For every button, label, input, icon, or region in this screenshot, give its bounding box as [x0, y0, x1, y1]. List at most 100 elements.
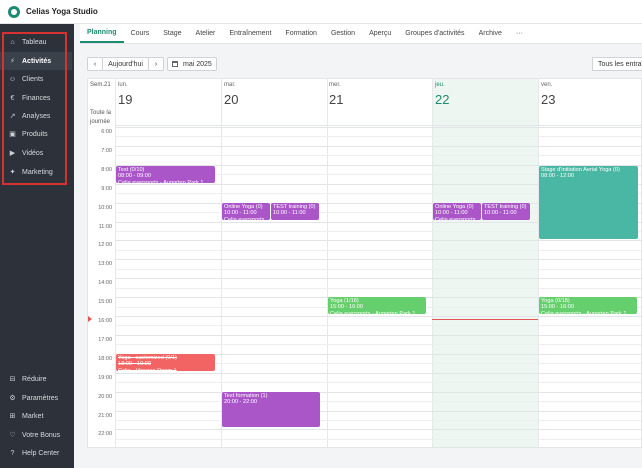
- half-hour-line: [115, 268, 641, 270]
- day-name: ven.: [541, 82, 553, 88]
- calendar-event[interactable]: Test formation (1) 20:00 - 22:00: [222, 392, 320, 427]
- tab-groupes[interactable]: Groupes d'activités: [398, 24, 471, 43]
- hour-label: 17:00: [98, 336, 112, 343]
- event-line: 10:00 - 11:00: [484, 210, 517, 217]
- tab-apercu[interactable]: Aperçu: [362, 24, 398, 43]
- month-label: mai 2025: [183, 60, 212, 68]
- hour-label: 8:00: [101, 166, 112, 173]
- half-hour-line: [115, 287, 641, 289]
- day-column-thu[interactable]: [432, 79, 538, 447]
- sidebar-item-label: Paramètres: [22, 394, 59, 402]
- tab-more-icon[interactable]: ···: [509, 24, 530, 43]
- event-line: Celia eversports - Augarten Park 1: [330, 310, 416, 314]
- next-week-button[interactable]: ›: [148, 57, 164, 71]
- hour-line: [115, 391, 641, 393]
- day-number-today: 22: [435, 92, 450, 107]
- sidebar-item-label: Réduire: [22, 375, 47, 383]
- studio-logo-icon[interactable]: [8, 5, 20, 18]
- current-time-marker-icon: [88, 316, 92, 322]
- hour-line: [115, 259, 641, 261]
- sidebar-item-bonus[interactable]: ♡ Votre Bonus: [0, 426, 72, 444]
- calendar-event[interactable]: Yoga - customized (0/1) 18:00 - 19:00 Celi…: [116, 354, 215, 371]
- half-hour-line: [115, 136, 641, 138]
- hour-label: 16:00: [98, 318, 112, 324]
- tab-stage[interactable]: Stage: [156, 24, 188, 43]
- top-bar: Celias Yoga Studio: [0, 0, 642, 24]
- event-line: Celia eversports: [224, 216, 265, 220]
- hour-label: 14:00: [98, 280, 112, 287]
- calendar-toolbar: ‹ Aujourd'hui › mai 2025 Tous les entraî…: [80, 52, 642, 74]
- day-name: mer.: [329, 82, 341, 88]
- tab-planning[interactable]: Planning: [80, 24, 124, 43]
- half-hour-line: [115, 325, 641, 327]
- sidebar-item-reduire[interactable]: ⊟ Réduire: [0, 370, 72, 388]
- calendar-event[interactable]: Yoga (0/18) 15:00 - 16:00 Celia eversports…: [539, 297, 637, 314]
- calendar-event[interactable]: Test (0/10) 08:00 - 09:00 Celia eversports…: [116, 166, 215, 183]
- heart-icon: ♡: [9, 432, 16, 439]
- hour-label: 7:00: [101, 147, 112, 154]
- tab-atelier[interactable]: Atelier: [189, 24, 223, 43]
- calendar-event[interactable]: Stage d'initiation Aerial Yoga (0) 08:00 …: [539, 166, 638, 239]
- half-hour-line: [115, 249, 641, 251]
- half-hour-line: [115, 344, 641, 346]
- calendar-event[interactable]: Yoga (1/18) 15:00 - 16:00 Celia eversports…: [328, 297, 426, 314]
- event-line: Celia eversports: [435, 216, 476, 220]
- gear-icon: ⚙: [9, 395, 16, 402]
- sidebar: ⌂ Tableau ⚡ Activités ☺ Clients € Financ…: [0, 24, 74, 468]
- day-column-mon[interactable]: [115, 79, 221, 447]
- calendar-event[interactable]: Online Yoga (0) 10:00 - 11:00 Celia eversp…: [222, 203, 270, 220]
- day-number: 21: [329, 92, 344, 107]
- hour-label: 13:00: [98, 261, 112, 268]
- sidebar-item-parametres[interactable]: ⚙ Paramètres: [0, 389, 72, 407]
- tab-entrainement[interactable]: Entraînement: [222, 24, 278, 43]
- sidebar-item-label: Market: [22, 412, 44, 420]
- half-hour-line: [115, 382, 641, 384]
- activity-filter-select[interactable]: Tous les entraîn: [592, 57, 642, 71]
- hour-label: 18:00: [98, 355, 112, 362]
- hour-label: 6:00: [101, 129, 112, 135]
- hour-label: 9:00: [101, 185, 112, 192]
- tab-gestion[interactable]: Gestion: [324, 24, 362, 43]
- sidebar-item-market[interactable]: ⊞ Market: [0, 407, 72, 425]
- half-hour-line: [115, 401, 641, 403]
- sidebar-item-help[interactable]: ? Help Center: [0, 444, 72, 462]
- current-time-line: [432, 319, 538, 320]
- day-column-wed[interactable]: [327, 79, 432, 447]
- half-hour-line: [115, 419, 641, 421]
- tab-archive[interactable]: Archive: [472, 24, 509, 43]
- hour-line: [115, 316, 641, 317]
- calendar-event[interactable]: TEST training (0) 10:00 - 11:00: [271, 203, 319, 220]
- hour-label: 19:00: [98, 374, 112, 381]
- half-hour-line: [115, 155, 641, 157]
- sidebar-item-label: Votre Bonus: [22, 431, 61, 439]
- event-line: Celia eversports - Augarten Park 1: [118, 179, 204, 183]
- day-name: mar.: [224, 82, 236, 88]
- calendar-event[interactable]: TEST training (0) 10:00 - 11:00: [482, 203, 530, 220]
- hour-label: 21:00: [98, 412, 112, 419]
- calendar-icon: [172, 61, 178, 67]
- sidebar-highlight-box: [2, 32, 67, 185]
- hour-label: 15:00: [98, 299, 112, 306]
- event-line: 10:00 - 11:00: [273, 210, 306, 217]
- day-number: 23: [541, 92, 556, 107]
- hour-label: 20:00: [98, 393, 112, 400]
- day-column-fri[interactable]: [538, 79, 641, 447]
- hour-line: [115, 372, 641, 374]
- day-number: 20: [224, 92, 239, 107]
- tab-formation[interactable]: Formation: [278, 24, 324, 43]
- hour-label: 10:00: [98, 204, 112, 211]
- hour-line: [115, 240, 641, 242]
- tab-cours[interactable]: Cours: [124, 24, 157, 43]
- sidebar-item-label: Help Center: [22, 449, 60, 457]
- hour-line: [115, 429, 641, 431]
- day-name-today: jeu.: [435, 82, 445, 88]
- prev-week-button[interactable]: ‹: [87, 57, 103, 71]
- event-line: 08:00 - 12:00: [541, 173, 574, 180]
- event-line: Celia eversports - Augarten Park 1: [541, 310, 627, 314]
- market-icon: ⊞: [9, 413, 16, 420]
- calendar-event[interactable]: Online Yoga (0) 10:00 - 11:00 Celia eversp…: [433, 203, 481, 220]
- month-picker[interactable]: mai 2025: [167, 57, 217, 71]
- today-button[interactable]: Aujourd'hui: [102, 57, 149, 71]
- day-name: lun.: [118, 82, 128, 88]
- hour-label: 11:00: [98, 223, 112, 230]
